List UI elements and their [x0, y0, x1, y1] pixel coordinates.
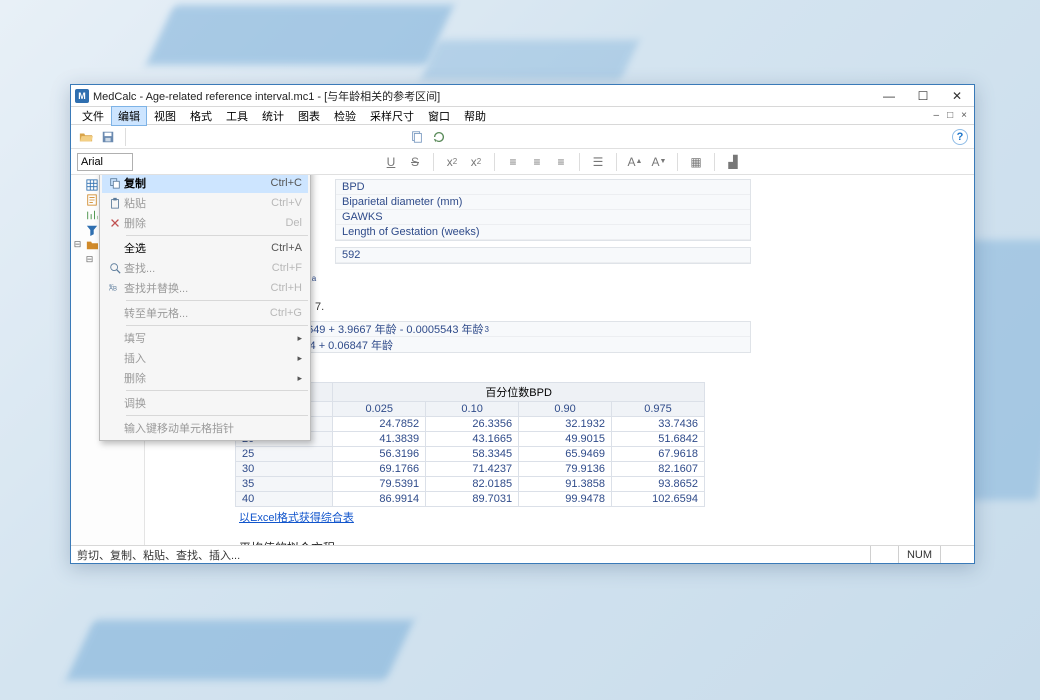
close-button[interactable]: ✕ [940, 85, 974, 107]
excel-export-link[interactable]: 以Excel格式获得综合表 [235, 507, 354, 531]
menu-item: 查找...Ctrl+F [102, 258, 308, 278]
menu-item: 粘贴Ctrl+V [102, 193, 308, 213]
maximize-button[interactable]: ☐ [906, 85, 940, 107]
chart-button[interactable]: ▟ [723, 152, 743, 172]
var1-name: BPD [336, 180, 750, 194]
var2-name: GAWKS [336, 210, 750, 224]
toolbar-main: ? [71, 125, 974, 149]
mdi-doc-controls: – □ × [931, 110, 970, 121]
table-row: 4086.991489.703199.9478102.6594 [236, 492, 705, 507]
equation-table: -28.3649 + 3.9667 年龄 - 0.0005543 年龄3 1.2… [275, 321, 751, 353]
menu-视图[interactable]: 视图 [147, 106, 183, 126]
minimize-button[interactable]: — [872, 85, 906, 107]
fit-heading: 平均值的拟合方程 [235, 535, 974, 545]
align-right-button[interactable]: ≡ [551, 152, 571, 172]
menubar: 文件编辑视图格式工具统计图表检验采样尺寸窗口帮助 – □ × [71, 107, 974, 125]
status-cell-1 [870, 546, 898, 563]
menu-统计[interactable]: 统计 [255, 106, 291, 126]
mdi-restore[interactable]: □ [944, 110, 956, 121]
table-row: 3069.176671.423779.913682.1607 [236, 462, 705, 477]
titlebar: M MedCalc - Age-related reference interv… [71, 85, 974, 107]
menu-采样尺寸[interactable]: 采样尺寸 [363, 106, 421, 126]
toolbar-format: U S x2 x2 ≡ ≡ ≡ ☰ A▲ A▼ ▦ ▟ [71, 149, 974, 175]
status-cell-3 [940, 546, 968, 563]
font-family-input[interactable] [77, 153, 133, 171]
n-box: 592 [335, 247, 751, 264]
svg-text:AB: AB [109, 287, 117, 293]
percentile-heading: 百分位数 [235, 359, 974, 382]
n-value: 592 [336, 248, 750, 262]
table-row: 2556.319658.334565.946967.9618 [236, 447, 705, 462]
statusbar: 剪切、复制、粘贴、查找、插入... NUM [71, 545, 974, 563]
step-7: 7. [315, 291, 974, 321]
window-title: MedCalc - Age-related reference interval… [93, 88, 872, 104]
mdi-close[interactable]: × [958, 110, 970, 121]
font-shrink-button[interactable]: A▼ [649, 152, 669, 172]
menu-工具[interactable]: 工具 [219, 106, 255, 126]
menu-item: 删除▸ [102, 368, 308, 388]
menu-item: ABac查找并替换...Ctrl+H [102, 278, 308, 298]
refresh-icon[interactable] [430, 128, 448, 146]
status-numlock: NUM [898, 546, 940, 563]
menu-item: 输入键移动单元格指针 [102, 418, 308, 438]
pct-col: 0.90 [519, 402, 612, 417]
copy-sheet-icon[interactable] [408, 128, 426, 146]
edit-menu-dropdown: 不能取消剪切Ctrl+X复制Ctrl+C粘贴Ctrl+V删除Del全选Ctrl+… [99, 175, 311, 441]
menu-item: 调换 [102, 393, 308, 413]
superscript-button[interactable]: x2 [466, 152, 486, 172]
help-icon[interactable]: ? [952, 129, 968, 145]
open-icon[interactable] [77, 128, 95, 146]
mdi-minimize[interactable]: – [931, 110, 943, 121]
align-left-button[interactable]: ≡ [503, 152, 523, 172]
status-text: 剪切、复制、粘贴、查找、插入... [77, 547, 240, 563]
menu-帮助[interactable]: 帮助 [457, 106, 493, 126]
menu-item: 删除Del [102, 213, 308, 233]
menu-编辑[interactable]: 编辑 [111, 106, 147, 126]
pct-col: 0.025 [333, 402, 426, 417]
menu-检验[interactable]: 检验 [327, 106, 363, 126]
var1-desc: Biparietal diameter (mm) [336, 195, 750, 209]
menu-格式[interactable]: 格式 [183, 106, 219, 126]
underline-button[interactable]: U [381, 152, 401, 172]
bpd-heading: BPDa [281, 268, 974, 291]
menu-文件[interactable]: 文件 [75, 106, 111, 126]
menu-item[interactable]: 全选Ctrl+A [102, 238, 308, 258]
list-button[interactable]: ☰ [588, 152, 608, 172]
menu-item[interactable]: 复制Ctrl+C [102, 175, 308, 193]
font-grow-button[interactable]: A▲ [625, 152, 645, 172]
menu-图表[interactable]: 图表 [291, 106, 327, 126]
table-button[interactable]: ▦ [686, 152, 706, 172]
app-icon: M [75, 89, 89, 103]
save-icon[interactable] [99, 128, 117, 146]
table-row: 3579.539182.018591.385893.8652 [236, 477, 705, 492]
strike-button[interactable]: S [405, 152, 425, 172]
pct-col: 0.10 [426, 402, 519, 417]
app-window: M MedCalc - Age-related reference interv… [70, 84, 975, 564]
variable-info-box: BPD Biparietal diameter (mm) GAWKS Lengt… [335, 179, 751, 241]
menu-item: 转至单元格...Ctrl+G [102, 303, 308, 323]
pct-col: 0.975 [612, 402, 705, 417]
menu-item: 填写▸ [102, 328, 308, 348]
subscript-button[interactable]: x2 [442, 152, 462, 172]
var2-desc: Length of Gestation (weeks) [336, 225, 750, 239]
menu-item: 插入▸ [102, 348, 308, 368]
align-center-button[interactable]: ≡ [527, 152, 547, 172]
bpd-col-header: 百分位数BPD [333, 383, 705, 402]
menu-窗口[interactable]: 窗口 [421, 106, 457, 126]
